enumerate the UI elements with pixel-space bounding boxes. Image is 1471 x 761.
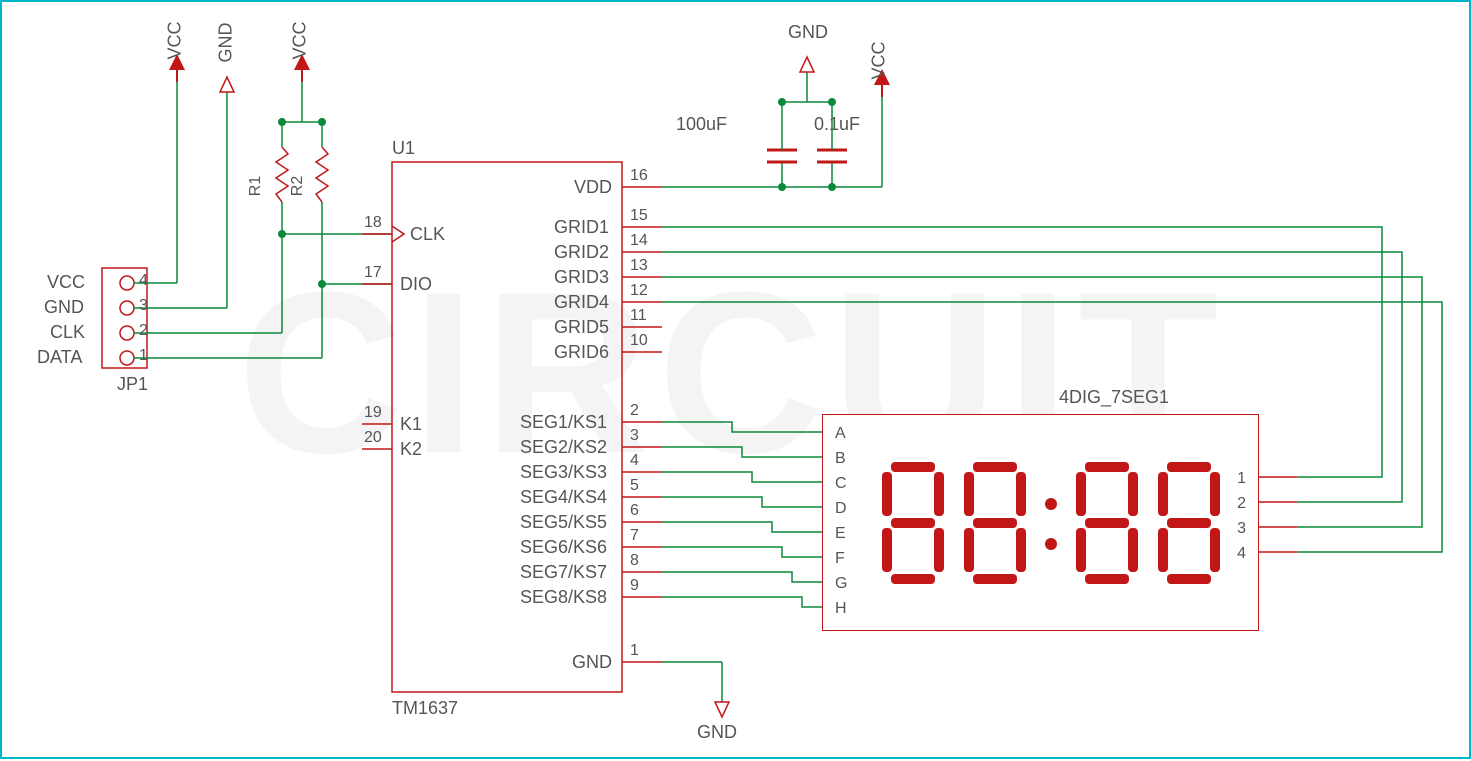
digit-2 — [960, 458, 1030, 588]
disp-label-h: H — [835, 600, 847, 618]
conn-label-gnd: GND — [44, 297, 84, 318]
conn-label-data: DATA — [37, 347, 82, 368]
schematic-svg — [2, 2, 1471, 761]
pin-num-16: 16 — [630, 167, 648, 185]
cap2-label: 0.1uF — [814, 114, 860, 135]
pin-name-grid1: GRID1 — [554, 217, 609, 238]
disp-label-g: G — [835, 575, 847, 593]
disp-label-f: F — [835, 550, 845, 568]
pin-num-17: 17 — [364, 264, 382, 282]
pin-name-k1: K1 — [400, 414, 422, 435]
digit-4 — [1154, 458, 1224, 588]
disp-label-c: C — [835, 475, 847, 493]
disp-label-2: 2 — [1237, 495, 1246, 513]
tm1637-label: TM1637 — [392, 698, 458, 719]
pin-name-seg7: SEG7/KS7 — [520, 562, 607, 583]
pin-name-dio: DIO — [400, 274, 432, 295]
conn-label-clk: CLK — [50, 322, 85, 343]
vcc-label-2: VCC — [290, 21, 311, 59]
pin-num-2: 2 — [630, 402, 639, 420]
pin-name-grid6: GRID6 — [554, 342, 609, 363]
conn-num-1: 1 — [139, 347, 148, 365]
pin-name-seg8: SEG8/KS8 — [520, 587, 607, 608]
pin-num-10: 10 — [630, 332, 648, 350]
disp-label-e: E — [835, 525, 846, 543]
conn-num-4: 4 — [139, 272, 148, 290]
colon — [1042, 458, 1060, 588]
pin-name-seg1: SEG1/KS1 — [520, 412, 607, 433]
pin-num-6: 6 — [630, 502, 639, 520]
pin-num-11: 11 — [630, 307, 647, 325]
pin-name-clk: CLK — [410, 224, 445, 245]
pin-num-8: 8 — [630, 552, 639, 570]
pin-name-grid2: GRID2 — [554, 242, 609, 263]
pin-num-4: 4 — [630, 452, 639, 470]
disp-label-d: D — [835, 500, 847, 518]
schematic-canvas: CIRCUIT — [0, 0, 1471, 759]
pin-name-seg5: SEG5/KS5 — [520, 512, 607, 533]
vcc-label-1: VCC — [165, 21, 186, 59]
pin-num-13: 13 — [630, 257, 648, 275]
pin-num-5: 5 — [630, 477, 639, 495]
pin-num-1: 1 — [630, 642, 639, 660]
pin-num-14: 14 — [630, 232, 648, 250]
disp-label-3: 3 — [1237, 520, 1246, 538]
vcc-label-3: VCC — [869, 41, 890, 79]
digit-1 — [878, 458, 948, 588]
disp-label-1: 1 — [1237, 470, 1246, 488]
digit-3 — [1072, 458, 1142, 588]
pin-name-grid4: GRID4 — [554, 292, 609, 313]
pin-num-18: 18 — [364, 214, 382, 232]
pin-name-seg3: SEG3/KS3 — [520, 462, 607, 483]
r1-label: R1 — [247, 176, 265, 196]
jp1-label: JP1 — [117, 374, 148, 395]
pin-name-seg6: SEG6/KS6 — [520, 537, 607, 558]
pin-num-15: 15 — [630, 207, 648, 225]
conn-num-3: 3 — [139, 297, 148, 315]
gnd-label-1: GND — [216, 23, 237, 63]
disp-label-b: B — [835, 450, 846, 468]
conn-label-vcc: VCC — [47, 272, 85, 293]
u1-label: U1 — [392, 138, 415, 159]
gnd-label-bottom: GND — [697, 722, 737, 743]
pin-num-3: 3 — [630, 427, 639, 445]
pin-num-9: 9 — [630, 577, 639, 595]
pin-num-20: 20 — [364, 429, 382, 447]
pin-num-12: 12 — [630, 282, 648, 300]
pin-num-19: 19 — [364, 404, 382, 422]
disp-label-4: 4 — [1237, 545, 1246, 563]
pin-name-k2: K2 — [400, 439, 422, 460]
pin-name-seg4: SEG4/KS4 — [520, 487, 607, 508]
pin-name-gnd: GND — [572, 652, 612, 673]
display-name-label: 4DIG_7SEG1 — [1059, 387, 1169, 408]
pin-name-vdd: VDD — [574, 177, 612, 198]
seven-segment-display: A B C D E F G H 1 2 3 4 — [822, 414, 1259, 631]
disp-label-a: A — [835, 425, 846, 443]
gnd-label-top: GND — [788, 22, 828, 43]
pin-name-grid3: GRID3 — [554, 267, 609, 288]
seven-segment-digits — [878, 450, 1228, 595]
pin-num-7: 7 — [630, 527, 639, 545]
pin-name-grid5: GRID5 — [554, 317, 609, 338]
pin-name-seg2: SEG2/KS2 — [520, 437, 607, 458]
conn-num-2: 2 — [139, 322, 148, 340]
cap1-label: 100uF — [676, 114, 727, 135]
r2-label: R2 — [289, 176, 307, 196]
